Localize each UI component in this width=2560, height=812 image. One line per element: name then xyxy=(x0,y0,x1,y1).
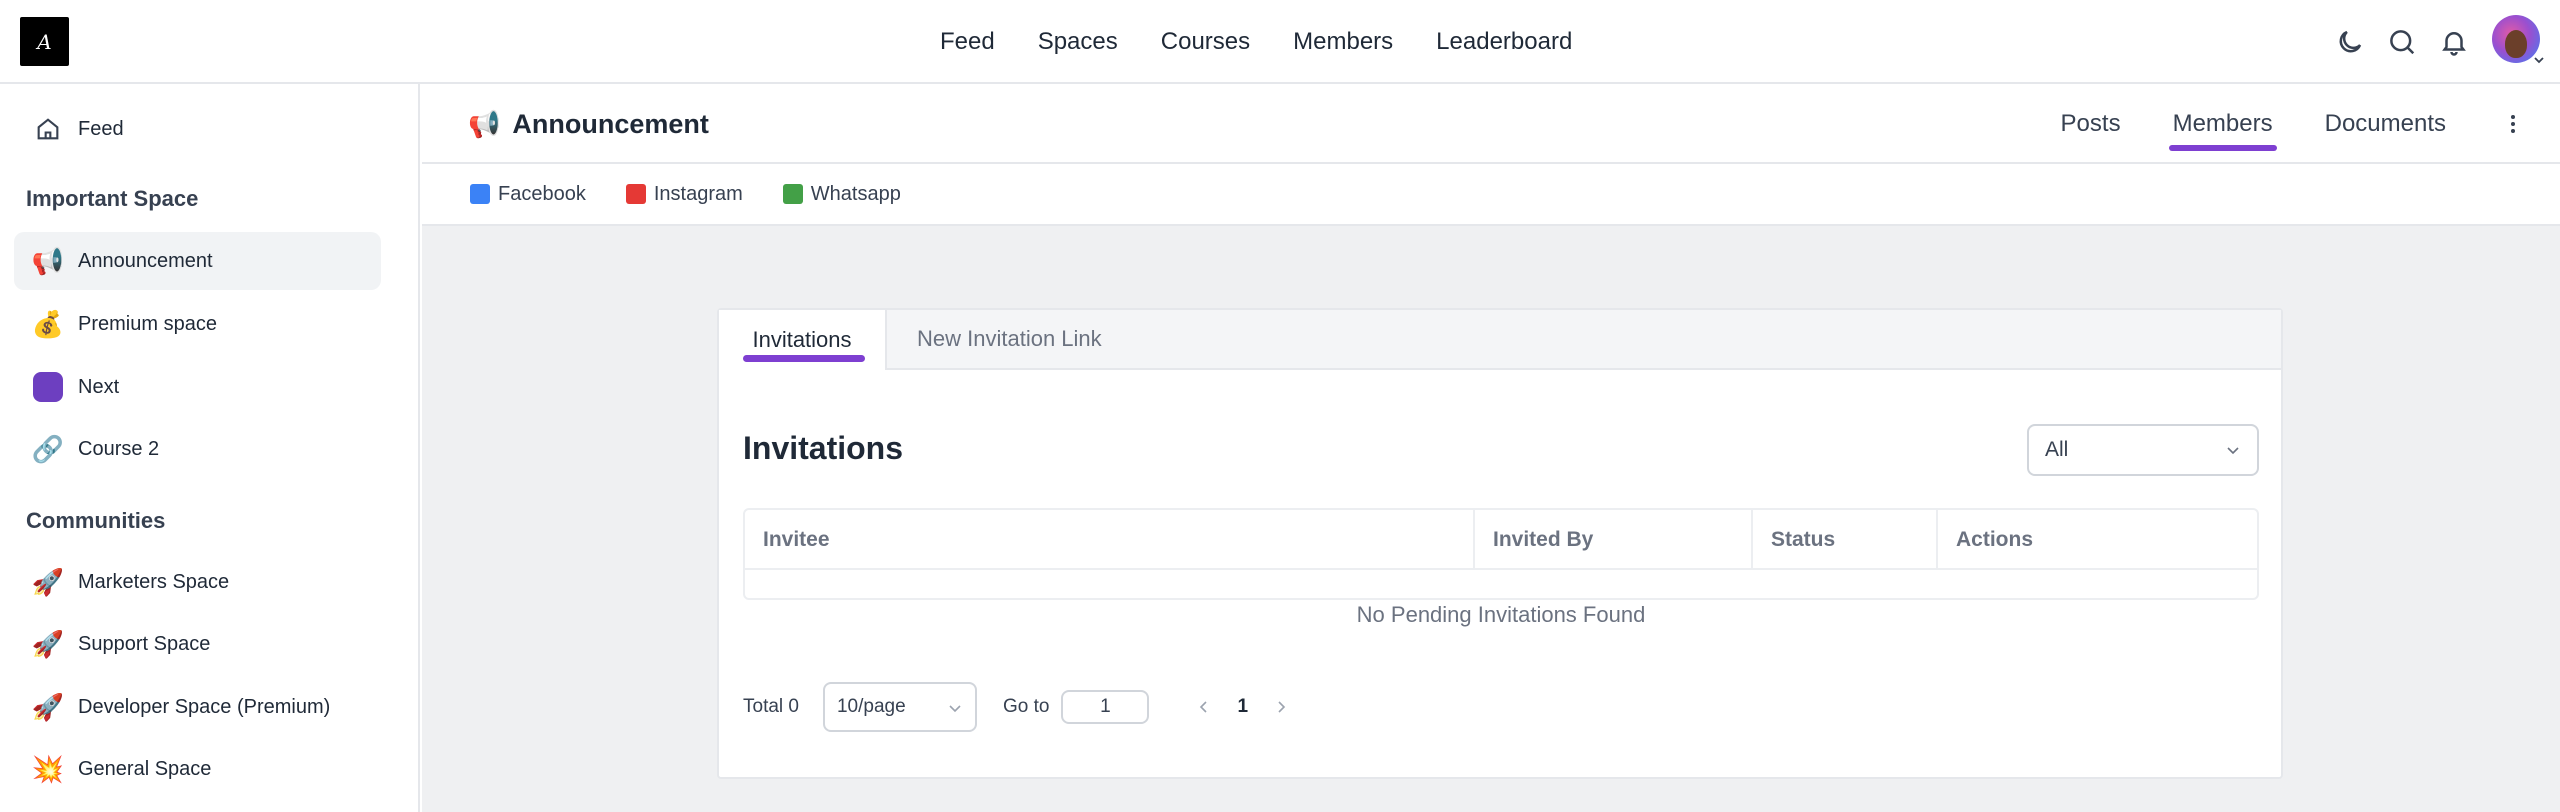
sidebar-item-label: Course 2 xyxy=(78,437,160,460)
explosion-icon: 💥 xyxy=(31,753,65,784)
column-invited-by: Invited By xyxy=(1475,510,1753,570)
green-square-icon xyxy=(782,184,803,204)
filter-value: All xyxy=(2045,438,2069,461)
link-label: Whatsapp xyxy=(810,182,901,205)
space-tabs: Posts Members Documents xyxy=(2061,84,2560,164)
rocket-icon: 🚀 xyxy=(31,628,65,659)
sidebar-item-label: Next xyxy=(78,375,120,398)
top-bar: A Feed Spaces Courses Members Leaderboar… xyxy=(0,0,2560,84)
page-title: 📢 Announcement xyxy=(468,84,709,164)
sidebar-item-course-2[interactable]: 🔗 Course 2 xyxy=(14,420,381,478)
total-count: Total 0 xyxy=(743,696,799,717)
column-invitee: Invitee xyxy=(745,510,1475,570)
table-header: Invitee Invited By Status Actions xyxy=(745,510,2257,570)
goto-label: Go to xyxy=(1002,696,1050,717)
link-icon: 🔗 xyxy=(31,433,65,464)
status-filter-select[interactable]: All xyxy=(2027,424,2259,476)
more-options-icon[interactable] xyxy=(2498,109,2528,139)
money-bag-icon: 💰 xyxy=(31,308,65,339)
link-instagram[interactable]: Instagram xyxy=(625,182,743,206)
chevron-left-icon[interactable] xyxy=(1193,696,1215,718)
page-size-value: 10/page xyxy=(836,696,906,717)
chevron-right-icon[interactable] xyxy=(1270,696,1292,718)
topnav-members[interactable]: Members xyxy=(1293,28,1393,56)
topnav-feed[interactable]: Feed xyxy=(940,28,995,56)
chevron-down-icon xyxy=(2534,57,2544,64)
user-avatar-menu[interactable] xyxy=(2492,15,2546,69)
top-nav: Feed Spaces Courses Members Leaderboard xyxy=(940,0,1615,84)
space-links-bar: Facebook Instagram Whatsapp xyxy=(422,164,2560,226)
sidebar-item-developer-space[interactable]: 🚀 Developer Space (Premium) xyxy=(14,678,381,736)
invitations-table: Invitee Invited By Status Actions No Pen… xyxy=(743,508,2259,627)
invitations-title: Invitations xyxy=(743,430,904,466)
column-status: Status xyxy=(1753,510,1938,570)
sidebar-item-label: Announcement xyxy=(78,249,213,272)
space-header: 📢 Announcement Posts Members Documents xyxy=(422,84,2560,164)
tab-members[interactable]: Members xyxy=(2168,84,2277,164)
column-actions: Actions xyxy=(1956,528,2034,551)
search-icon[interactable] xyxy=(2376,16,2428,68)
sidebar: Feed Important Space 📢 Announcement 💰 Pr… xyxy=(0,84,420,812)
page-size-select[interactable]: 10/page xyxy=(822,682,977,732)
sidebar-item-premium-space[interactable]: 💰 Premium space xyxy=(14,295,381,353)
tab-documents[interactable]: Documents xyxy=(2325,84,2446,164)
bell-icon[interactable] xyxy=(2428,16,2480,68)
empty-state: No Pending Invitations Found xyxy=(1356,602,1646,627)
sidebar-item-label: General Space xyxy=(78,757,212,780)
page-nav: 1 xyxy=(1193,696,1292,718)
home-icon xyxy=(30,111,66,147)
chevron-down-icon xyxy=(949,705,961,713)
link-whatsapp[interactable]: Whatsapp xyxy=(782,182,901,206)
sidebar-item-label: Support Space xyxy=(78,632,211,655)
sidebar-item-label: Premium space xyxy=(78,312,217,335)
megaphone-icon: 📢 xyxy=(31,245,65,276)
tab-invitations[interactable]: Invitations xyxy=(719,310,887,370)
red-square-icon xyxy=(625,184,646,204)
sidebar-heading-communities: Communities xyxy=(26,508,166,533)
sidebar-item-label: Marketers Space xyxy=(78,570,230,593)
rocket-icon: 🚀 xyxy=(31,691,65,722)
tab-posts[interactable]: Posts xyxy=(2061,84,2121,164)
panel-tabs: Invitations New Invitation Link xyxy=(719,310,2281,370)
sidebar-item-label: Developer Space (Premium) xyxy=(78,695,331,718)
blue-square-icon xyxy=(470,184,490,204)
sidebar-item-support-space[interactable]: 🚀 Support Space xyxy=(14,615,381,673)
sidebar-item-general-space[interactable]: 💥 General Space xyxy=(14,740,381,798)
sidebar-item-label: Feed xyxy=(78,117,124,140)
invitations-panel: Invitations New Invitation Link Invitati… xyxy=(717,308,2283,779)
sidebar-item-next[interactable]: Next xyxy=(14,358,381,416)
tab-new-invitation-link[interactable]: New Invitation Link xyxy=(917,310,1102,368)
current-page[interactable]: 1 xyxy=(1237,696,1248,718)
topnav-leaderboard[interactable]: Leaderboard xyxy=(1436,28,1572,56)
sidebar-item-feed[interactable]: Feed xyxy=(14,100,381,158)
chevron-down-icon xyxy=(2227,447,2239,455)
main-content: Invitations New Invitation Link Invitati… xyxy=(422,226,2560,812)
topnav-courses[interactable]: Courses xyxy=(1161,28,1250,56)
sidebar-heading-important: Important Space xyxy=(26,186,199,211)
dark-mode-icon[interactable] xyxy=(2324,16,2376,68)
logo[interactable]: A xyxy=(20,17,69,66)
megaphone-icon: 📢 xyxy=(468,108,501,139)
sidebar-item-announcement[interactable]: 📢 Announcement xyxy=(14,232,381,290)
top-icons xyxy=(2324,0,2560,84)
link-label: Instagram xyxy=(653,182,743,205)
space-title-text: Announcement xyxy=(512,108,709,139)
link-label: Facebook xyxy=(498,182,586,205)
pagination: Total 0 10/page Go to 1 1 xyxy=(743,682,1292,732)
link-facebook[interactable]: Facebook xyxy=(470,183,586,206)
goto-page-input[interactable]: 1 xyxy=(1061,690,1150,724)
rocket-icon: 🚀 xyxy=(31,566,65,597)
topnav-spaces[interactable]: Spaces xyxy=(1038,28,1118,56)
purple-square-icon xyxy=(30,369,66,405)
sidebar-item-marketers-space[interactable]: 🚀 Marketers Space xyxy=(14,553,381,611)
